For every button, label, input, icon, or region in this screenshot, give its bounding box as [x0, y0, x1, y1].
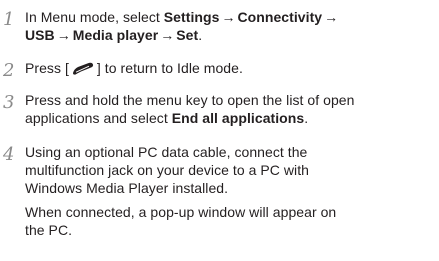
step-text: Using an optional PC data cable, connect… [25, 143, 430, 197]
menu-path-item: Set [176, 27, 199, 43]
step-note-line: When connected, a pop-up window will app… [25, 204, 337, 220]
arrow-icon: → [160, 27, 175, 43]
step-text: In Menu mode, select Settings → Connectivi… [25, 8, 430, 44]
instruction-steps: 1 In Menu mode, select Settings → Connecti… [0, 0, 439, 261]
step-text-line: Windows Media Player installed. [25, 180, 229, 196]
menu-path-item: Media player [72, 27, 159, 43]
step-number: 3 [3, 92, 15, 113]
step-text-suffix: . [304, 110, 309, 126]
end-call-key-icon [72, 61, 94, 79]
menu-path-item: USB [25, 27, 55, 43]
menu-path-item: Settings [163, 9, 220, 25]
step-number: 4 [3, 144, 15, 165]
step-text-line: Using an optional PC data cable, connect… [25, 144, 308, 160]
step-number: 1 [3, 9, 15, 30]
step-text-after: ] to return to Idle mode. [96, 60, 243, 76]
step-text-line: multifunction jack on your device to a P… [25, 162, 309, 178]
step-number: 2 [3, 60, 15, 81]
arrow-icon: → [221, 9, 236, 25]
menu-path-item: Connectivity [237, 9, 323, 25]
step-text: Press [ ] to return to Idle mode. [25, 59, 430, 79]
arrow-icon: → [56, 27, 71, 43]
menu-option: End all applications [171, 110, 305, 126]
step-text-line: applications and select [25, 110, 172, 126]
step-text: Press and hold the menu key to open the … [25, 91, 430, 127]
arrow-icon: → [324, 9, 339, 25]
step-text-before: Press [ [25, 60, 69, 76]
step-note-line: the PC. [25, 222, 73, 238]
step-note: When connected, a pop-up window will app… [25, 203, 430, 239]
step-text-suffix: . [198, 27, 203, 43]
step-text-prefix: In Menu mode, select [25, 9, 164, 25]
step-text-line: Press and hold the menu key to open the … [25, 92, 355, 108]
